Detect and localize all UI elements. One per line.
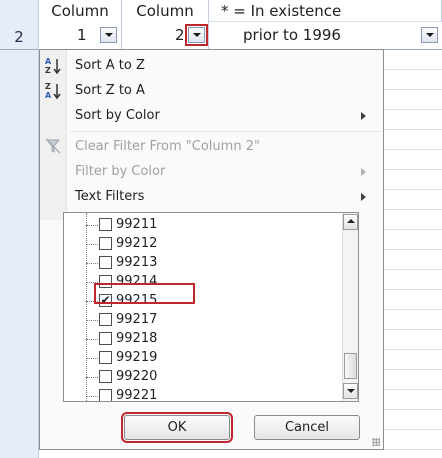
sort-by-color-label: Sort by Color bbox=[75, 108, 160, 123]
menu-separator bbox=[70, 131, 380, 132]
filter-by-color-item[interactable]: Filter by Color bbox=[66, 159, 384, 184]
sort-a-to-z-label: Sort A to Z bbox=[75, 58, 145, 73]
checkbox[interactable] bbox=[99, 313, 112, 326]
list-item-partial[interactable]: 99222 bbox=[64, 399, 304, 401]
filter-dropdown-panel: Sort A to Z A Z Sort Z to A Z A Sort by … bbox=[39, 49, 384, 450]
tree-line bbox=[86, 396, 98, 397]
list-item-label: 99211 bbox=[116, 217, 158, 232]
submenu-arrow-icon bbox=[361, 112, 366, 120]
submenu-arrow-icon bbox=[361, 168, 366, 176]
column-c-header-cell[interactable]: 2 bbox=[122, 22, 209, 50]
list-item[interactable]: 99219 bbox=[64, 348, 304, 367]
sort-z-to-a-label: Sort Z to A bbox=[75, 83, 145, 98]
filter-value-list[interactable]: 99211 99212 99213 99214 ✔ 99215 99217 99… bbox=[63, 212, 359, 402]
submenu-arrow-icon bbox=[361, 193, 366, 201]
column-d-title[interactable]: * = In existence bbox=[209, 0, 442, 22]
list-item-label: 99212 bbox=[116, 236, 158, 251]
scroll-down-button[interactable] bbox=[343, 383, 358, 399]
column-b-value: 1 bbox=[77, 26, 87, 44]
sort-ascending-icon: A Z bbox=[44, 56, 62, 76]
row-number[interactable]: 2 bbox=[0, 22, 38, 50]
checkbox[interactable] bbox=[99, 351, 112, 364]
tree-line bbox=[86, 263, 98, 264]
checkbox[interactable] bbox=[99, 256, 112, 269]
svg-text:Z: Z bbox=[45, 82, 51, 91]
tree-line bbox=[86, 320, 98, 321]
svg-text:A: A bbox=[45, 57, 52, 66]
checkbox[interactable] bbox=[99, 332, 112, 345]
sheet-grid bbox=[384, 50, 442, 458]
svg-text:Z: Z bbox=[45, 66, 51, 75]
resize-grip-icon[interactable] bbox=[372, 438, 380, 446]
svg-text:A: A bbox=[45, 91, 52, 100]
list-item-label: 99219 bbox=[116, 350, 158, 365]
sort-by-color-item[interactable]: Sort by Color bbox=[66, 103, 384, 128]
column-d-header-cell[interactable]: prior to 1996 bbox=[209, 22, 442, 50]
list-item[interactable]: 99211 bbox=[64, 215, 304, 234]
text-filters-item[interactable]: Text Filters bbox=[66, 184, 384, 209]
clear-filter-item[interactable]: Clear Filter From "Column 2" bbox=[66, 134, 384, 159]
list-item[interactable]: 99218 bbox=[64, 329, 304, 348]
checkbox[interactable] bbox=[99, 370, 112, 383]
scroll-thumb[interactable] bbox=[344, 353, 357, 379]
sort-a-to-z-item[interactable]: Sort A to Z bbox=[66, 53, 384, 78]
sort-descending-icon: Z A bbox=[44, 81, 62, 101]
tree-line bbox=[86, 339, 98, 340]
clear-filter-icon bbox=[44, 136, 62, 156]
list-item[interactable]: 99212 bbox=[64, 234, 304, 253]
tree-line bbox=[86, 377, 98, 378]
column-b-header-cell[interactable]: 1 bbox=[39, 22, 122, 50]
checkbox[interactable] bbox=[99, 218, 112, 231]
clear-filter-label: Clear Filter From "Column 2" bbox=[75, 139, 260, 154]
checked-item-highlight bbox=[94, 283, 195, 304]
cancel-button[interactable]: Cancel bbox=[254, 415, 360, 440]
checkbox[interactable] bbox=[99, 237, 112, 250]
list-item[interactable]: 99220 bbox=[64, 367, 304, 386]
row-header-column bbox=[0, 0, 39, 458]
list-item-label: 99220 bbox=[116, 369, 158, 384]
list-scrollbar[interactable] bbox=[342, 213, 358, 401]
column-c-filter-dropdown[interactable] bbox=[185, 24, 208, 46]
sort-z-to-a-item[interactable]: Sort Z to A bbox=[66, 78, 384, 103]
list-item-label: 99217 bbox=[116, 312, 158, 327]
tree-line bbox=[86, 358, 98, 359]
filter-by-color-label: Filter by Color bbox=[75, 164, 166, 179]
column-d-value: prior to 1996 bbox=[243, 26, 341, 44]
column-d-filter-dropdown[interactable] bbox=[421, 27, 438, 43]
text-filters-label: Text Filters bbox=[75, 189, 145, 204]
column-c-value: 2 bbox=[175, 26, 185, 44]
list-item-label: 99222 bbox=[116, 399, 157, 401]
tree-line bbox=[86, 244, 98, 245]
list-item-label: 99218 bbox=[116, 331, 158, 346]
list-item[interactable]: 99217 bbox=[64, 310, 304, 329]
column-c-title[interactable]: Column bbox=[122, 0, 209, 23]
list-item-label: 99213 bbox=[116, 255, 158, 270]
column-b-filter-dropdown[interactable] bbox=[100, 27, 117, 43]
list-item[interactable]: 99213 bbox=[64, 253, 304, 272]
ok-button[interactable]: OK bbox=[121, 412, 233, 443]
tree-line bbox=[86, 225, 98, 226]
column-b-title[interactable]: Column bbox=[39, 0, 122, 23]
scroll-up-button[interactable] bbox=[343, 214, 358, 230]
